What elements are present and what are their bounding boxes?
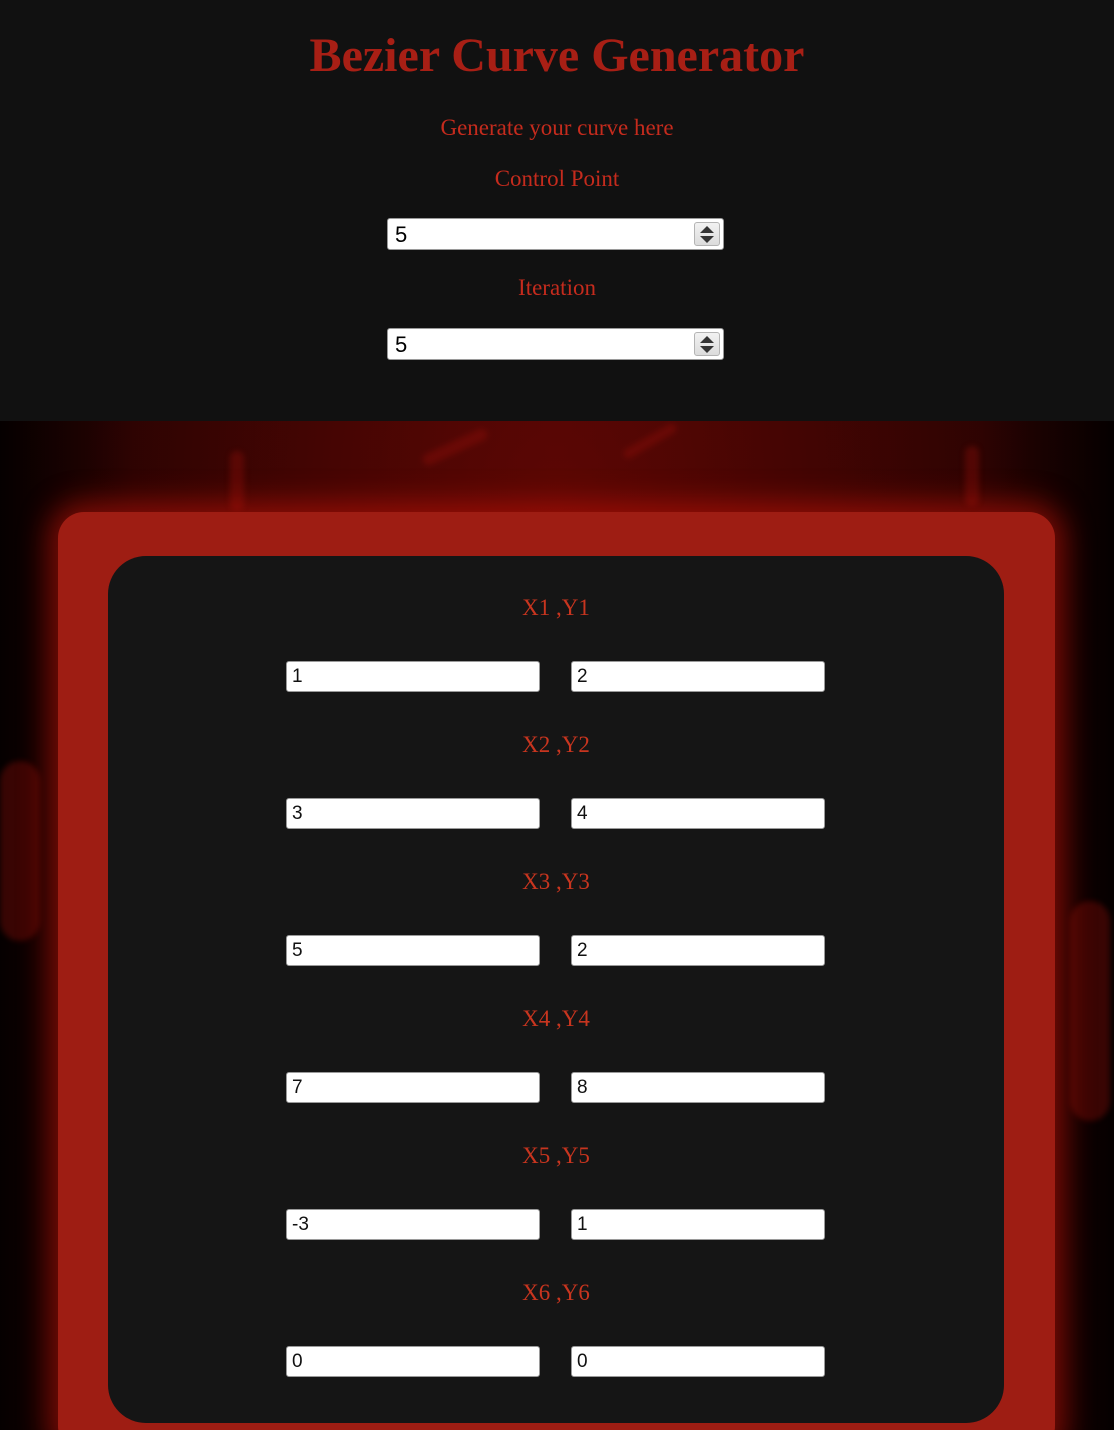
page-title: Bezier Curve Generator [309,29,805,82]
x6-value: 0 [292,1351,303,1372]
x5-value: -3 [292,1214,309,1235]
point-label-1: X1 ,Y1 [522,595,590,620]
y1-input[interactable]: 2 [571,661,825,692]
iteration-input[interactable]: 5 [387,328,724,360]
y1-value: 2 [577,666,588,687]
y4-input[interactable]: 8 [571,1072,825,1103]
x1-input[interactable]: 1 [286,661,540,692]
control-point-input[interactable]: 5 [387,218,724,250]
point-label-6: X6 ,Y6 [522,1280,590,1305]
y2-value: 4 [577,803,588,824]
page-subtitle: Generate your curve here [440,115,674,140]
point-label-5: X5 ,Y5 [522,1143,590,1168]
x4-value: 7 [292,1077,303,1098]
spinner-down-icon[interactable] [700,236,714,243]
y5-value: 1 [577,1214,588,1235]
background-streak [1070,901,1110,1121]
points-card: X1 ,Y1 1 2 X2 ,Y2 3 4 X3 ,Y3 5 2 X4 ,Y4 … [108,556,1004,1423]
iteration-value: 5 [395,332,408,357]
y6-input[interactable]: 0 [571,1346,825,1377]
y3-value: 2 [577,940,588,961]
x1-value: 1 [292,666,303,687]
background-streak [230,451,244,511]
control-point-spinner[interactable] [694,222,720,246]
y5-input[interactable]: 1 [571,1209,825,1240]
x3-value: 5 [292,940,303,961]
point-label-2: X2 ,Y2 [522,732,590,757]
x2-value: 3 [292,803,303,824]
y4-value: 8 [577,1077,588,1098]
x5-input[interactable]: -3 [286,1209,540,1240]
background-streak [0,761,40,941]
y2-input[interactable]: 4 [571,798,825,829]
x3-input[interactable]: 5 [286,935,540,966]
control-point-label: Control Point [494,166,620,191]
y6-value: 0 [577,1351,588,1372]
header-section: Bezier Curve Generator Generate your cur… [0,0,1114,421]
background-section: X1 ,Y1 1 2 X2 ,Y2 3 4 X3 ,Y3 5 2 X4 ,Y4 … [0,421,1114,1430]
x4-input[interactable]: 7 [286,1072,540,1103]
control-point-value: 5 [395,222,408,247]
point-label-3: X3 ,Y3 [522,869,590,894]
background-streak [621,421,679,461]
x2-input[interactable]: 3 [286,798,540,829]
point-label-4: X4 ,Y4 [522,1006,590,1031]
iteration-spinner[interactable] [694,332,720,356]
spinner-up-icon[interactable] [700,226,714,233]
iteration-label: Iteration [518,275,596,300]
background-streak [965,446,979,506]
spinner-up-icon[interactable] [700,336,714,343]
y3-input[interactable]: 2 [571,935,825,966]
x6-input[interactable]: 0 [286,1346,540,1377]
background-streak [420,426,490,468]
spinner-down-icon[interactable] [700,346,714,353]
